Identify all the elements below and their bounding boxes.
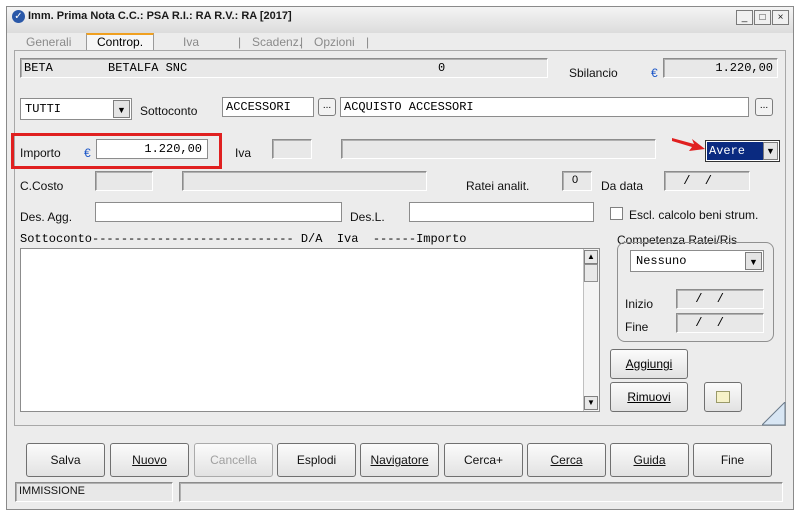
fine-label: Fine — [625, 320, 649, 334]
fine-button[interactable]: Fine — [693, 443, 772, 477]
aggiungi-button[interactable]: Aggiungi — [610, 349, 688, 379]
competenza-value: Nessuno — [636, 254, 687, 268]
status-mode: IMMISSIONE — [19, 485, 86, 497]
status-message-field — [179, 482, 783, 502]
notes-icon — [716, 391, 730, 403]
scroll-thumb[interactable] — [584, 264, 598, 282]
cerca-button[interactable]: Cerca — [527, 443, 606, 477]
chevron-down-icon[interactable]: ▼ — [763, 142, 778, 160]
arrow-icon — [672, 138, 705, 151]
filter-select[interactable]: TUTTI ▼ — [20, 98, 132, 120]
nuovo-button[interactable]: Nuovo — [110, 443, 189, 477]
ratei-label: Ratei analit. — [466, 179, 530, 193]
navigatore-button[interactable]: Navigatore — [360, 443, 439, 477]
ccosto-code-field — [95, 171, 153, 191]
chevron-down-icon[interactable]: ▼ — [745, 252, 762, 270]
iva-desc-field — [341, 139, 656, 159]
sottoconto-list[interactable] — [20, 248, 600, 412]
tab-iva[interactable]: Iva — [183, 35, 199, 51]
account-name: BETALFA SNC — [108, 61, 188, 75]
tab-separator: | — [300, 35, 304, 49]
window-title: Imm. Prima Nota C.C.: PSA R.I.: RA R.V.:… — [28, 10, 292, 22]
scroll-up-button[interactable]: ▲ — [584, 250, 598, 264]
desagg-label: Des. Agg. — [20, 210, 73, 224]
rimuovi-button[interactable]: Rimuovi — [610, 382, 688, 412]
iva-code-field — [272, 139, 312, 159]
notes-button[interactable] — [704, 382, 742, 412]
escl-label: Escl. calcolo beni strum. — [629, 208, 759, 222]
dadata-label: Da data — [601, 179, 644, 193]
importo-value: 1.220,00 — [144, 142, 202, 156]
escl-checkbox[interactable] — [610, 207, 623, 220]
resize-corner-icon — [762, 402, 786, 426]
sottoconto-label: Sottoconto — [140, 104, 198, 118]
inizio-value: / / — [688, 292, 725, 306]
list-header: Sottoconto---------------------------- D… — [20, 232, 467, 246]
tab-separator: | — [366, 35, 370, 49]
inizio-label: Inizio — [625, 297, 654, 311]
tab-opzioni[interactable]: Opzioni — [314, 35, 355, 51]
sottoconto-lookup-button[interactable]: ... — [318, 98, 336, 116]
iva-label: Iva — [235, 146, 252, 160]
app-icon: ✓ — [12, 10, 25, 23]
account-header-field — [20, 58, 548, 78]
minimize-button[interactable]: _ — [736, 10, 753, 25]
dadata-value: / / — [676, 174, 713, 188]
esplodi-button[interactable]: Esplodi — [277, 443, 356, 477]
maximize-button[interactable]: □ — [754, 10, 771, 25]
competenza-select[interactable]: Nessuno ▼ — [630, 250, 764, 272]
account-code: BETA — [24, 61, 53, 75]
da-select[interactable]: Avere ▼ — [705, 140, 780, 162]
da-value: Avere — [707, 142, 763, 160]
header-number: 0 — [438, 61, 446, 75]
filter-value: TUTTI — [25, 102, 62, 116]
desc-lookup-button[interactable]: ... — [755, 98, 773, 116]
cercaplus-button[interactable]: Cerca+ — [444, 443, 523, 477]
sbilancio-value: 1.220,00 — [715, 61, 773, 75]
scroll-down-button[interactable]: ▼ — [584, 396, 598, 410]
ratei-value: 0 — [571, 174, 579, 186]
tab-generali[interactable]: Generali — [26, 35, 71, 51]
guida-button[interactable]: Guida — [610, 443, 689, 477]
close-button[interactable]: × — [772, 10, 789, 25]
salva-button[interactable]: Salva — [26, 443, 105, 477]
cancella-button[interactable]: Cancella — [194, 443, 273, 477]
euro-icon: € — [84, 146, 91, 160]
desagg-input[interactable] — [95, 202, 342, 222]
sbilancio-label: Sbilancio — [569, 66, 618, 80]
chevron-down-icon[interactable]: ▼ — [113, 100, 130, 118]
ccosto-label: C.Costo — [20, 179, 64, 193]
tab-scadenz[interactable]: Scadenz. — [252, 35, 302, 51]
euro-icon: € — [651, 66, 658, 80]
desl-input[interactable] — [409, 202, 594, 222]
tab-separator: | — [238, 35, 242, 49]
tab-controp[interactable]: Controp. — [86, 33, 155, 51]
fine-value: / / — [688, 316, 725, 330]
sottoconto-desc: ACQUISTO ACCESSORI — [344, 100, 474, 114]
sottoconto-code: ACCESSORI — [226, 100, 291, 114]
importo-label: Importo — [20, 146, 61, 160]
desl-label: Des.L. — [350, 210, 385, 224]
ccosto-desc-field — [182, 171, 427, 191]
